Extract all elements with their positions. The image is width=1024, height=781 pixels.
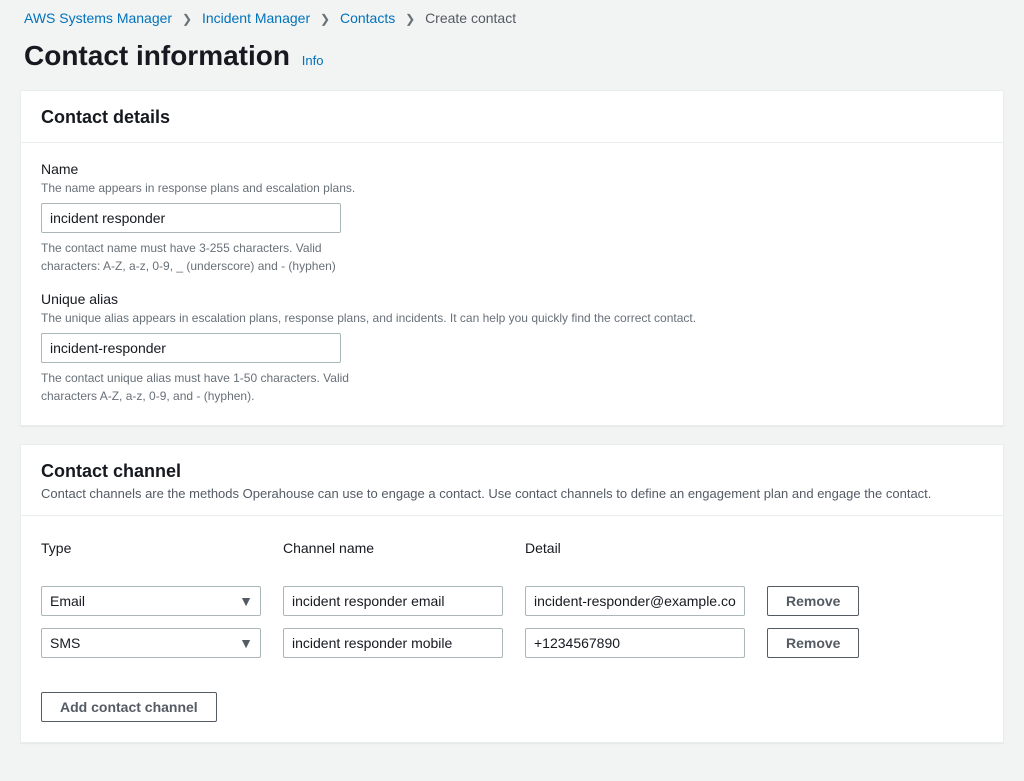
alias-field-container: Unique alias The unique alias appears in…	[41, 291, 983, 405]
contact-details-panel: Contact details Name The name appears in…	[20, 90, 1004, 426]
alias-input[interactable]	[41, 333, 341, 363]
breadcrumb: AWS Systems Manager ❯ Incident Manager ❯…	[0, 0, 1024, 34]
alias-hint: The unique alias appears in escalation p…	[41, 309, 983, 327]
contact-channel-description: Contact channels are the methods Operaho…	[41, 486, 983, 501]
col-header-type: Type	[41, 540, 261, 556]
chevron-right-icon: ❯	[320, 12, 330, 26]
channel-row: Email ▼ Remove	[41, 586, 983, 616]
channel-row: SMS ▼ Remove	[41, 628, 983, 658]
breadcrumb-current: Create contact	[425, 10, 516, 26]
panel-header: Contact channel Contact channels are the…	[21, 445, 1003, 516]
page-title-text: Contact information	[24, 40, 290, 71]
name-constraint: The contact name must have 3-255 charact…	[41, 239, 351, 275]
info-link[interactable]: Info	[302, 53, 324, 68]
remove-channel-button[interactable]: Remove	[767, 586, 859, 616]
panel-header: Contact details	[21, 91, 1003, 143]
channel-table-header: Type Channel name Detail	[41, 540, 983, 556]
channel-detail-input[interactable]	[525, 628, 745, 658]
contact-details-title: Contact details	[41, 107, 983, 128]
name-input[interactable]	[41, 203, 341, 233]
chevron-right-icon: ❯	[405, 12, 415, 26]
contact-channel-title: Contact channel	[41, 461, 983, 482]
channel-table: Type Channel name Detail Email ▼	[41, 540, 983, 658]
channel-name-input[interactable]	[283, 586, 503, 616]
chevron-right-icon: ❯	[182, 12, 192, 26]
alias-constraint: The contact unique alias must have 1-50 …	[41, 369, 351, 405]
remove-channel-button[interactable]: Remove	[767, 628, 859, 658]
col-header-name: Channel name	[283, 540, 503, 556]
col-header-detail: Detail	[525, 540, 745, 556]
page-title: Contact information Info	[24, 40, 1000, 72]
breadcrumb-link-incident-manager[interactable]: Incident Manager	[202, 10, 310, 26]
channel-name-input[interactable]	[283, 628, 503, 658]
contact-channel-panel: Contact channel Contact channels are the…	[20, 444, 1004, 743]
name-field-container: Name The name appears in response plans …	[41, 161, 983, 275]
channel-type-select[interactable]: Email	[41, 586, 261, 616]
alias-label: Unique alias	[41, 291, 983, 307]
channel-detail-input[interactable]	[525, 586, 745, 616]
channel-type-select[interactable]: SMS	[41, 628, 261, 658]
breadcrumb-link-contacts[interactable]: Contacts	[340, 10, 395, 26]
add-contact-channel-button[interactable]: Add contact channel	[41, 692, 217, 722]
breadcrumb-link-systems-manager[interactable]: AWS Systems Manager	[24, 10, 172, 26]
name-hint: The name appears in response plans and e…	[41, 179, 983, 197]
name-label: Name	[41, 161, 983, 177]
